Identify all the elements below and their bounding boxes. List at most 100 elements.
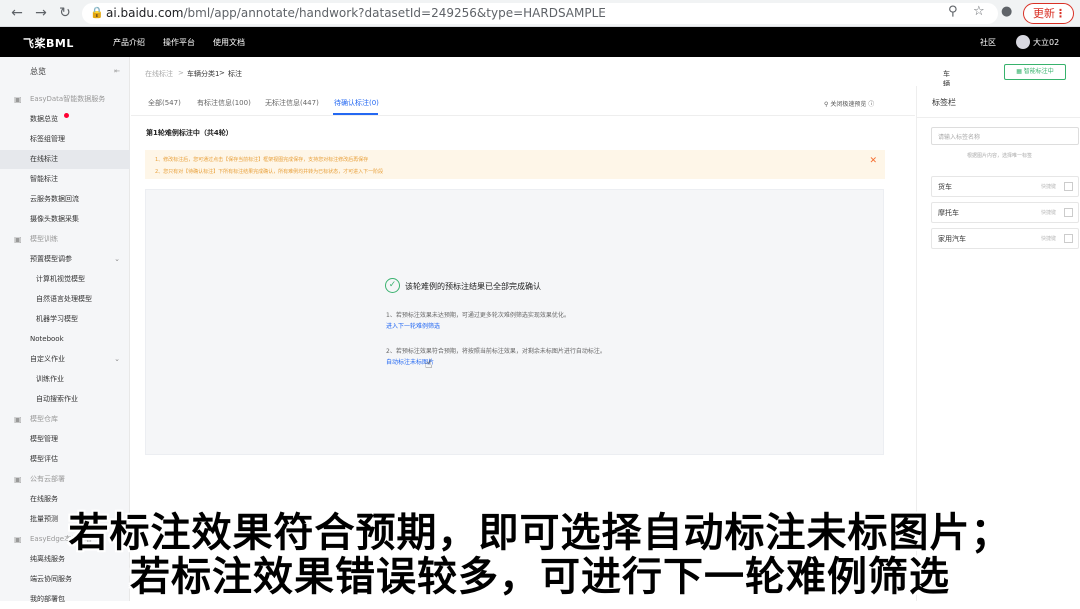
cloud-icon: ▣ <box>14 475 22 484</box>
sidebar-item-label: 摄像头数据采集 <box>30 215 79 223</box>
sidebar-group: ▣ EasyData智能数据服务 <box>0 90 130 109</box>
warning-banner: 1、修改标注后，您可通过点击【保存当前标注】框架视图完成保存，支持您对标注修改后… <box>145 150 885 179</box>
chevron-down-icon: ⌄ <box>114 355 120 363</box>
logo[interactable]: 飞桨BML <box>23 35 74 51</box>
subtitle-line-2: 若标注效果错误较多，可进行下一轮难例筛选 <box>130 554 950 600</box>
sidebar-item-label: 自动搜索作业 <box>36 395 78 403</box>
warning-line-2: 2、您只有对【待确认标注】下所有标注结果完成确认，所有难例均并转为已标状态，才可… <box>155 169 384 175</box>
completion-panel: ✓ 该轮难例的预标注结果已全部完成确认 1、若预标注效果未达预期，可通过更多轮次… <box>145 189 884 455</box>
breadcrumb-current: 标注 <box>228 70 242 78</box>
nav-product[interactable]: 产品介绍 <box>113 37 145 48</box>
round-title: 第1轮难例标注中（共4轮） <box>146 129 233 137</box>
nav-platform[interactable]: 操作平台 <box>163 37 195 48</box>
sidebar-group: ▣ 模型训练 <box>0 230 130 249</box>
train-icon: ▣ <box>14 235 22 244</box>
collapse-icon[interactable]: ⇤ <box>114 62 120 81</box>
checkbox[interactable] <box>1064 234 1073 243</box>
breadcrumb-dataset[interactable]: 车辆分类1 <box>187 69 219 79</box>
sidebar-item[interactable]: 自然语言处理模型 <box>0 290 130 309</box>
sidebar-item-label: 标签组管理 <box>30 135 65 143</box>
sidebar-item-label: 数据总览 <box>30 115 58 123</box>
checkbox[interactable] <box>1064 208 1073 217</box>
sidebar-item-label: 训练作业 <box>36 375 64 383</box>
zoom-icon[interactable]: ⚲ <box>948 4 958 19</box>
sidebar-item-label: 自定义作业 <box>30 355 65 363</box>
label-hint: 根据图片内容，选择唯一标签 <box>967 153 1033 159</box>
label-item[interactable]: 货车 快捷键 <box>931 176 1079 197</box>
star-icon[interactable]: ☆ <box>973 4 985 19</box>
sidebar-item[interactable]: 预置模型调参 ⌄ <box>0 250 130 269</box>
nav-community[interactable]: 社区 <box>980 37 996 48</box>
sidebar-item-label: 机器学习模型 <box>36 315 78 323</box>
sidebar-item[interactable]: Notebook <box>0 330 130 349</box>
sidebar-item[interactable]: 机器学习模型 <box>0 310 130 329</box>
app-header: 飞桨BML 产品介绍 操作平台 使用文档 社区 大立02 <box>0 27 1080 57</box>
close-icon[interactable]: ✕ <box>869 156 877 166</box>
help-icon: ⓘ <box>868 101 875 108</box>
sidebar-item-label: 智能标注 <box>30 175 58 183</box>
sidebar-item[interactable]: 模型管理 <box>0 430 130 449</box>
sidebar-item-label: Notebook <box>30 335 64 343</box>
sidebar-item-label: 在线标注 <box>30 155 58 163</box>
sidebar-item[interactable]: 标签组管理 <box>0 130 130 149</box>
sidebar-item-label: 自然语言处理模型 <box>36 295 92 303</box>
sidebar-item[interactable]: 云服务数据回流 <box>0 190 130 209</box>
sidebar-item[interactable]: 智能标注 <box>0 170 130 189</box>
sidebar-group: ▣ 模型仓库 <box>0 410 130 429</box>
close-preview-toggle[interactable]: ⚲ 关闭极速预览 ⓘ <box>824 99 874 108</box>
lock-icon: 🔒 <box>90 6 104 19</box>
sidebar-item[interactable]: 自动搜索作业 <box>0 390 130 409</box>
divider <box>917 117 1080 118</box>
sidebar-item-label: 模型仓库 <box>30 415 58 423</box>
label-item[interactable]: 家用汽车 快捷键 <box>931 228 1079 249</box>
reload-icon[interactable]: ↻ <box>56 4 74 22</box>
sidebar-item-label: EasyData智能数据服务 <box>30 95 106 103</box>
data-icon: ▣ <box>14 95 22 104</box>
tip-1: 1、若预标注效果未达预期，可通过更多轮次难例筛选实现效果优化。 <box>386 312 570 319</box>
label-item[interactable]: 摩托车 快捷键 <box>931 202 1079 223</box>
tab-labeled[interactable]: 有标注信息(100) <box>197 98 251 108</box>
update-button[interactable]: 更新 ⋮ <box>1023 3 1074 24</box>
sidebar-item-label: 预置模型调参 <box>30 255 72 263</box>
chevron-down-icon: ⌄ <box>114 255 120 263</box>
sidebar-item-label: 计算机视觉模型 <box>36 275 85 283</box>
arrow-left-icon[interactable]: ← <box>8 4 26 22</box>
url-text: ai.baidu.com/bml/app/annotate/handwork?d… <box>106 6 606 20</box>
sidebar-item-label: 云服务数据回流 <box>30 195 79 203</box>
tab-all[interactable]: 全部(547) <box>148 98 181 108</box>
completion-message: 该轮难例的预标注结果已全部完成确认 <box>405 282 541 291</box>
tab-pending[interactable]: 待确认标注(0) <box>334 98 379 108</box>
hand-cursor-icon: ☝ <box>425 357 433 371</box>
notification-dot <box>64 113 69 118</box>
divider <box>131 115 915 116</box>
sidebar-item[interactable]: 模型评估 <box>0 450 130 469</box>
checkbox[interactable] <box>1064 182 1073 191</box>
arrow-right-icon[interactable]: → <box>32 4 50 22</box>
smart-annotate-button[interactable]: ▦ 智能标注中 <box>1004 64 1066 80</box>
sidebar-item[interactable]: 计算机视觉模型 <box>0 270 130 289</box>
sidebar-item[interactable]: 摄像头数据采集 <box>0 210 130 229</box>
browser-toolbar: ← → ↻ 🔒 ai.baidu.com/bml/app/annotate/ha… <box>0 0 1080 27</box>
tip-2: 2、若预标注效果符合预期，将按照当前标注效果，对剩余未标图片进行自动标注。 <box>386 348 606 355</box>
label-panel-title: 标签栏 <box>932 98 956 107</box>
sidebar-item-label: 模型训练 <box>30 235 58 243</box>
sidebar-item[interactable]: 在线标注 <box>0 150 130 169</box>
more-icon: ⋮ <box>1055 7 1066 20</box>
username[interactable]: 大立02 <box>1033 37 1059 48</box>
address-bar[interactable]: 🔒 ai.baidu.com/bml/app/annotate/handwork… <box>82 3 998 24</box>
next-round-link[interactable]: 进入下一轮难例筛选 <box>386 321 440 330</box>
avatar[interactable] <box>1016 35 1030 49</box>
label-search-input[interactable]: 请输入标签名称 <box>931 127 1079 145</box>
sidebar-item[interactable]: 训练作业 <box>0 370 130 389</box>
nav-docs[interactable]: 使用文档 <box>213 37 245 48</box>
breadcrumb-online-annotate[interactable]: 在线标注 <box>145 69 173 79</box>
tab-unlabeled[interactable]: 无标注信息(447) <box>265 98 319 108</box>
profile-icon[interactable]: ● <box>1001 4 1012 19</box>
sidebar-item-label: 模型管理 <box>30 435 58 443</box>
sidebar-overview[interactable]: 总览 ⇤ <box>0 62 130 81</box>
pin-icon: ⚲ <box>824 101 829 108</box>
smart-icon: ▦ <box>1016 68 1022 75</box>
sidebar-item[interactable]: 自定义作业 ⌄ <box>0 350 130 369</box>
warning-line-1: 1、修改标注后，您可通过点击【保存当前标注】框架视图完成保存，支持您对标注修改后… <box>155 157 369 163</box>
check-circle-icon: ✓ <box>385 278 400 293</box>
